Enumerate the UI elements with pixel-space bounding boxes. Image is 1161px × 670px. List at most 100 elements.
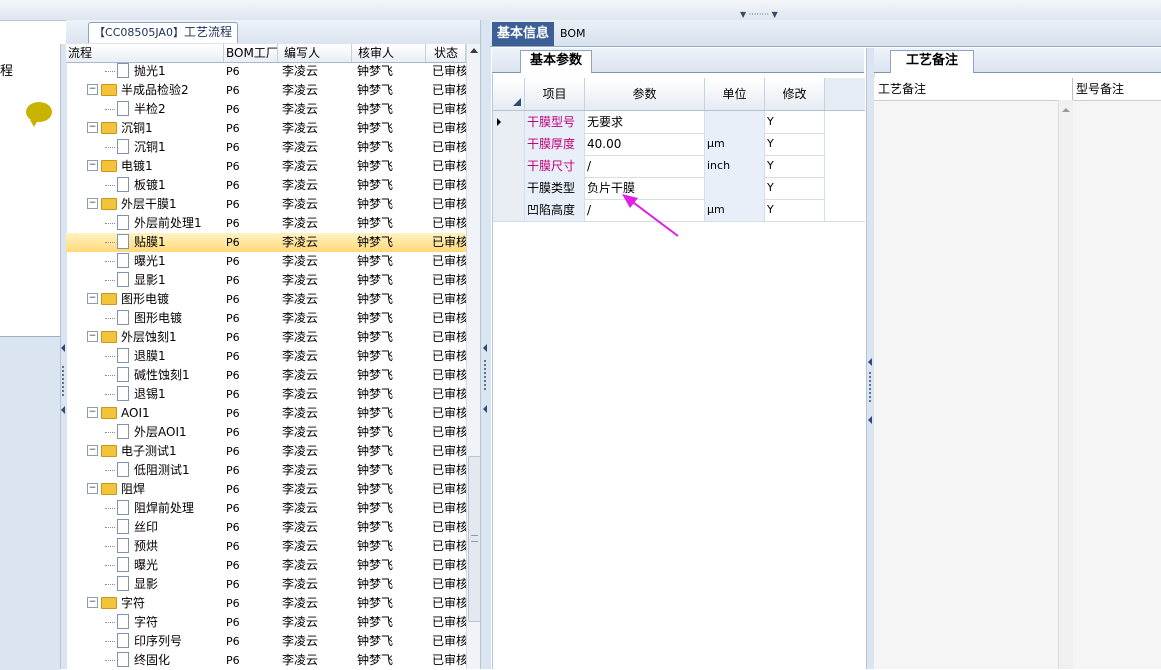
collapse-toggle-icon[interactable]: −	[87, 160, 98, 171]
tree-row[interactable]: 退锡1 P6 李凌云 钟梦飞 已审核	[66, 385, 466, 404]
tree-node[interactable]: 丝印	[105, 518, 158, 537]
scroll-up-icon[interactable]	[1062, 108, 1070, 112]
middle-splitter[interactable]	[480, 20, 491, 669]
tree-node[interactable]: 外层AOI1	[105, 423, 187, 442]
column-header-bom-factory[interactable]: BOM工厂	[224, 44, 278, 62]
tree-row[interactable]: 板镀1 P6 李凌云 钟梦飞 已审核	[66, 176, 466, 195]
collapse-toggle-icon[interactable]: −	[87, 84, 98, 95]
tree-node[interactable]: 字符	[105, 613, 158, 632]
tree-node[interactable]: 低阻测试1	[105, 461, 190, 480]
tab-basic-params[interactable]: 基本参数	[520, 50, 592, 73]
tree-row[interactable]: 预烘 P6 李凌云 钟梦飞 已审核	[66, 537, 466, 556]
tree-node[interactable]: 碱性蚀刻1	[105, 366, 190, 385]
tree-row[interactable]: 抛光1 P6 李凌云 钟梦飞 已审核	[66, 62, 466, 81]
tree-row[interactable]: − 电镀1 P6 李凌云 钟梦飞 已审核	[66, 157, 466, 176]
tree-row[interactable]: 终固化 P6 李凌云 钟梦飞 已审核	[66, 651, 466, 669]
tree-row[interactable]: 碱性蚀刻1 P6 李凌云 钟梦飞 已审核	[66, 366, 466, 385]
param-row[interactable]: 干膜型号 无要求 Y	[493, 111, 865, 134]
collapse-left-icon[interactable]	[483, 344, 487, 352]
param-row[interactable]: 干膜尺寸 / inch Y	[493, 155, 865, 178]
tree-node[interactable]: 贴膜1	[105, 233, 166, 252]
tree-row[interactable]: 外层AOI1 P6 李凌云 钟梦飞 已审核	[66, 423, 466, 442]
tree-row[interactable]: − 电子测试1 P6 李凌云 钟梦飞 已审核	[66, 442, 466, 461]
tab-bom[interactable]: BOM	[560, 22, 600, 46]
collapse-toggle-icon[interactable]: −	[87, 122, 98, 133]
param-modify-cell[interactable]: Y	[765, 133, 825, 155]
tree-node[interactable]: 图形电镀	[105, 309, 182, 328]
tree-row[interactable]: − 外层干膜1 P6 李凌云 钟梦飞 已审核	[66, 195, 466, 214]
tree-row[interactable]: 阻焊前处理 P6 李凌云 钟梦飞 已审核	[66, 499, 466, 518]
column-header-writer[interactable]: 编写人	[278, 44, 352, 62]
tree-node[interactable]: − 电子测试1	[87, 442, 177, 461]
column-header-status[interactable]: 状态	[426, 44, 466, 62]
notes-scrollbar[interactable]	[1058, 100, 1073, 669]
collapse-left-icon[interactable]	[868, 358, 872, 366]
row-selector[interactable]	[493, 133, 525, 155]
tree-node[interactable]: 阻焊前处理	[105, 499, 194, 518]
collapse-toggle-icon[interactable]: −	[87, 445, 98, 456]
collapse-toggle-icon[interactable]: −	[87, 331, 98, 342]
collapse-toggle-icon[interactable]: −	[87, 293, 98, 304]
splitter-grip-icon[interactable]	[869, 372, 871, 402]
param-value-cell[interactable]: 40.00	[585, 133, 705, 155]
tree-row[interactable]: 印序列号 P6 李凌云 钟梦飞 已审核	[66, 632, 466, 651]
column-header-param[interactable]: 参数	[585, 78, 705, 110]
param-row[interactable]: 干膜厚度 40.00 μm Y	[493, 133, 865, 156]
param-modify-cell[interactable]: Y	[765, 111, 825, 133]
collapse-toggle-icon[interactable]: −	[87, 597, 98, 608]
tree-node[interactable]: 印序列号	[105, 632, 182, 651]
tree-row[interactable]: 曝光 P6 李凌云 钟梦飞 已审核	[66, 556, 466, 575]
param-modify-cell[interactable]: Y	[765, 177, 825, 199]
column-header-unit[interactable]: 单位	[705, 78, 765, 110]
tree-node[interactable]: − 图形电镀	[87, 290, 169, 309]
collapse-toggle-icon[interactable]: −	[87, 198, 98, 209]
splitter-grip-icon[interactable]	[62, 366, 64, 396]
tree-row[interactable]: − 字符 P6 李凌云 钟梦飞 已审核	[66, 594, 466, 613]
column-header-item[interactable]: 项目	[525, 78, 585, 110]
collapse-left-icon[interactable]	[483, 405, 487, 413]
row-selector[interactable]	[493, 199, 525, 221]
param-value-cell[interactable]: /	[585, 155, 705, 177]
tree-row[interactable]: 贴膜1 P6 李凌云 钟梦飞 已审核	[66, 233, 466, 252]
tree-node[interactable]: 退锡1	[105, 385, 166, 404]
collapse-toggle-icon[interactable]: −	[87, 483, 98, 494]
tree-node[interactable]: 终固化	[105, 651, 170, 669]
tab-process-notes[interactable]: 工艺备注	[890, 50, 974, 73]
tree-row[interactable]: 图形电镀 P6 李凌云 钟梦飞 已审核	[66, 309, 466, 328]
splitter-grip-icon[interactable]: ▼ ········ ▼	[740, 11, 800, 19]
tree-node[interactable]: − 电镀1	[87, 157, 153, 176]
row-selector[interactable]	[493, 177, 525, 199]
tree-row[interactable]: 沉铜1 P6 李凌云 钟梦飞 已审核	[66, 138, 466, 157]
tree-row[interactable]: − 图形电镀 P6 李凌云 钟梦飞 已审核	[66, 290, 466, 309]
tree-row[interactable]: − AOI1 P6 李凌云 钟梦飞 已审核	[66, 404, 466, 423]
tree-row[interactable]: 显影1 P6 李凌云 钟梦飞 已审核	[66, 271, 466, 290]
tree-row[interactable]: 丝印 P6 李凌云 钟梦飞 已审核	[66, 518, 466, 537]
tree-node[interactable]: 曝光1	[105, 252, 166, 271]
column-header-modify[interactable]: 修改	[765, 78, 825, 110]
tree-node[interactable]: 预烘	[105, 537, 158, 556]
tree-row[interactable]: 外层前处理1 P6 李凌云 钟梦飞 已审核	[66, 214, 466, 233]
column-header-flow[interactable]: 流程	[66, 44, 224, 62]
tree-scrollbar[interactable]	[466, 44, 481, 669]
param-modify-cell[interactable]: Y	[765, 199, 825, 221]
collapse-left-icon[interactable]	[61, 406, 65, 414]
tree-node[interactable]: 沉铜1	[105, 138, 166, 157]
param-modify-cell[interactable]: Y	[765, 155, 825, 177]
tree-row[interactable]: − 沉铜1 P6 李凌云 钟梦飞 已审核	[66, 119, 466, 138]
tree-row[interactable]: 曝光1 P6 李凌云 钟梦飞 已审核	[66, 252, 466, 271]
tree-node[interactable]: 显影	[105, 575, 158, 594]
tree-node[interactable]: 退膜1	[105, 347, 166, 366]
tree-node[interactable]: − 外层干膜1	[87, 195, 177, 214]
tree-row[interactable]: 半检2 P6 李凌云 钟梦飞 已审核	[66, 100, 466, 119]
tab-basic-info[interactable]: 基本信息	[492, 22, 554, 46]
tree-row[interactable]: − 外层蚀刻1 P6 李凌云 钟梦飞 已审核	[66, 328, 466, 347]
tree-node[interactable]: 曝光	[105, 556, 158, 575]
tree-node[interactable]: − 沉铜1	[87, 119, 153, 138]
chat-bubble-icon[interactable]	[26, 102, 52, 127]
tree-node[interactable]: 板镀1	[105, 176, 166, 195]
column-header-model-note[interactable]: 型号备注	[1072, 78, 1161, 100]
tree-node[interactable]: 外层前处理1	[105, 214, 202, 233]
tree-node[interactable]: − 半成品检验2	[87, 81, 189, 100]
splitter-grip-icon[interactable]	[484, 360, 486, 390]
tree-row[interactable]: − 半成品检验2 P6 李凌云 钟梦飞 已审核	[66, 81, 466, 100]
